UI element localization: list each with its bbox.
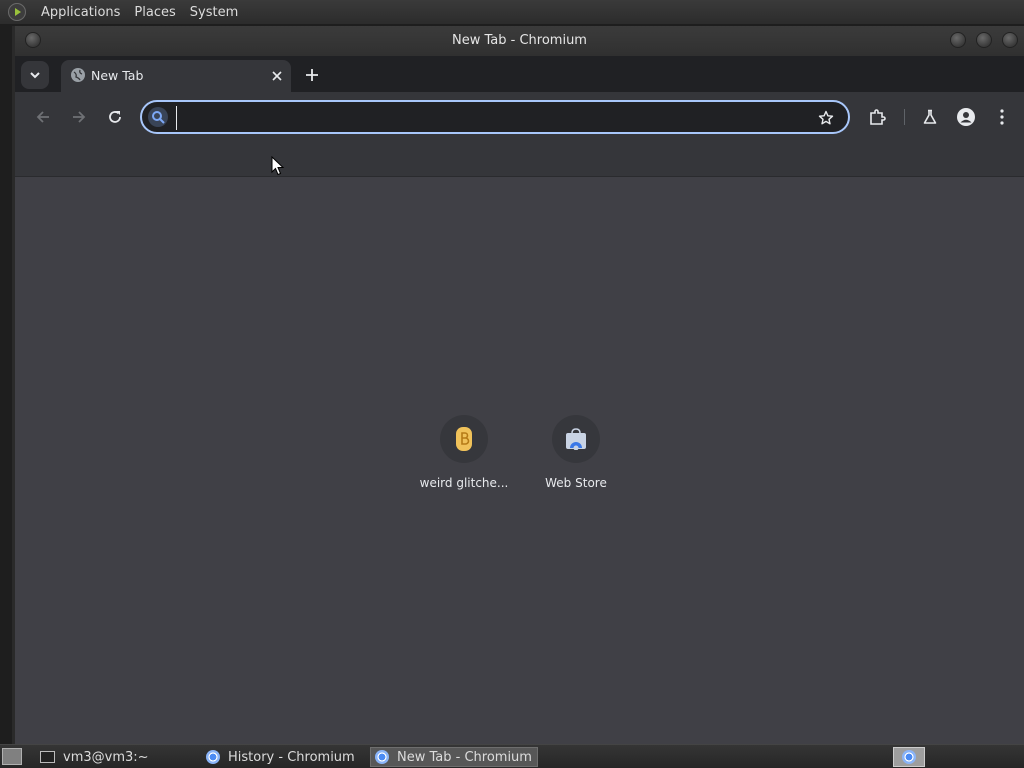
taskbar-item-label: New Tab - Chromium xyxy=(397,749,532,765)
web-store-icon xyxy=(552,415,600,463)
reload-icon xyxy=(109,111,121,123)
person-icon xyxy=(957,108,975,126)
reload-button[interactable] xyxy=(103,105,127,129)
new-tab-button[interactable] xyxy=(301,64,323,86)
shortcut-weird-glitches[interactable]: weird glitche... xyxy=(408,415,520,490)
shortcut-label: weird glitche... xyxy=(419,476,509,490)
taskbar-item-newtab-chromium[interactable]: New Tab - Chromium xyxy=(370,747,538,767)
labs-button[interactable] xyxy=(918,105,942,129)
close-window-button[interactable] xyxy=(1002,32,1018,48)
window-menu-button[interactable] xyxy=(25,32,41,48)
taskbar-item-terminal[interactable]: vm3@vm3:~ xyxy=(36,747,196,767)
new-tab-page: weird glitche... Web Store xyxy=(15,177,1024,744)
globe-icon xyxy=(71,68,85,82)
bookmark-button[interactable] xyxy=(816,108,836,128)
shortcut-web-store[interactable]: Web Store xyxy=(520,415,632,490)
kebab-menu-icon xyxy=(1000,109,1004,125)
top-panel: Applications Places System xyxy=(0,0,1024,24)
chrome-menu-button[interactable] xyxy=(990,105,1014,129)
forward-button[interactable] xyxy=(67,105,91,129)
puzzle-icon xyxy=(870,109,886,125)
toolbar-divider xyxy=(904,109,905,125)
places-menu[interactable]: Places xyxy=(127,5,182,20)
chevron-down-icon xyxy=(30,72,40,79)
tab-search-button[interactable] xyxy=(21,61,49,89)
tab-new-tab[interactable]: New Tab xyxy=(61,60,291,92)
tab-close-button[interactable] xyxy=(269,68,285,84)
chromium-icon xyxy=(206,750,220,764)
applications-menu[interactable]: Applications xyxy=(34,5,127,20)
maximize-button[interactable] xyxy=(976,32,992,48)
close-icon xyxy=(272,71,282,81)
taskbar-item-label: History - Chromium xyxy=(228,749,355,765)
profile-button[interactable] xyxy=(954,105,978,129)
window-title: New Tab - Chromium xyxy=(452,33,587,48)
minimize-button[interactable] xyxy=(950,32,966,48)
taskbar-item-history-chromium[interactable]: History - Chromium xyxy=(202,747,366,767)
taskbar-item-label: vm3@vm3:~ xyxy=(63,749,149,765)
back-button[interactable] xyxy=(31,105,55,129)
browser-toolbar xyxy=(15,92,1024,142)
plus-icon xyxy=(306,69,318,81)
chromium-icon xyxy=(375,750,389,764)
system-menu[interactable]: System xyxy=(183,5,245,20)
glitch-b-icon xyxy=(440,415,488,463)
bookmark-bar xyxy=(15,142,1024,177)
flask-icon xyxy=(923,109,937,124)
search-icon xyxy=(148,107,168,127)
address-input[interactable] xyxy=(176,106,811,130)
tab-title: New Tab xyxy=(91,68,144,83)
browser-window: New Tab - Chromium New Tab weird glitche… xyxy=(12,26,1024,744)
terminal-icon xyxy=(40,751,55,763)
show-desktop-button[interactable] xyxy=(2,748,22,765)
star-icon xyxy=(818,110,834,125)
window-titlebar[interactable]: New Tab - Chromium xyxy=(15,26,1024,56)
mouse-cursor-icon xyxy=(271,156,285,176)
extensions-button[interactable] xyxy=(865,105,889,129)
tray-chromium-button[interactable] xyxy=(893,747,925,767)
address-bar[interactable] xyxy=(140,100,850,134)
shortcut-label: Web Store xyxy=(545,476,607,490)
chromium-icon xyxy=(902,750,916,764)
back-arrow-icon xyxy=(36,111,49,123)
distro-logo-icon[interactable] xyxy=(8,3,26,21)
tab-strip: New Tab xyxy=(15,56,1024,92)
forward-arrow-icon xyxy=(73,111,86,123)
bottom-taskbar: vm3@vm3:~ History - Chromium New Tab - C… xyxy=(0,744,1024,768)
